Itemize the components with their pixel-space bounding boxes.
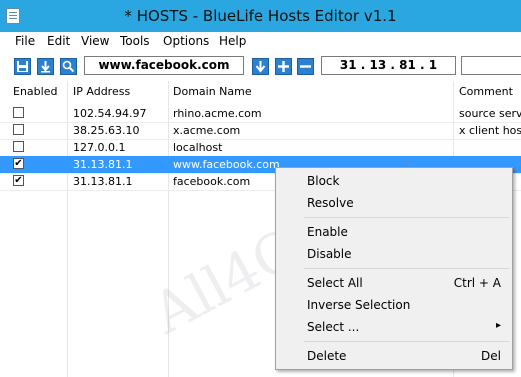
ip-input[interactable]: 31 . 13 . 81 . 1 [321, 56, 456, 75]
ip-cell: 31.13.81.1 [73, 175, 133, 188]
context-resolve[interactable]: Resolve [307, 196, 507, 214]
title-bar[interactable]: * HOSTS - BlueLife Hosts Editor v1.1 [0, 0, 521, 32]
menu-separator [304, 217, 509, 218]
context-item-label: Disable [307, 247, 352, 261]
menu-options[interactable]: Options [163, 34, 209, 48]
menu-bar: File Edit View Tools Options Help [0, 32, 521, 51]
header-domain-name[interactable]: Domain Name [173, 85, 252, 98]
download-icon[interactable] [37, 58, 54, 75]
domain-cell: facebook.com [173, 175, 251, 188]
header-enabled[interactable]: Enabled [13, 85, 57, 98]
menu-separator [304, 268, 509, 269]
enabled-checkbox-checked[interactable]: ✔ [13, 175, 24, 186]
ip-cell: 31.13.81.1 [73, 158, 133, 171]
context-menu: Block Resolve Enable Disable Select All C… [275, 167, 513, 370]
domain-cell: www.facebook.com [173, 158, 280, 171]
window-title: * HOSTS - BlueLife Hosts Editor v1.1 [124, 7, 397, 25]
table-row[interactable]: 127.0.0.1 localhost [0, 139, 521, 157]
domain-cell: x.acme.com [173, 124, 241, 137]
enabled-checkbox[interactable] [13, 124, 24, 135]
submenu-arrow-icon: ▸ [495, 320, 501, 331]
context-delete[interactable]: Delete Del [307, 349, 507, 367]
context-select-all[interactable]: Select All Ctrl + A [307, 276, 507, 294]
menu-tools[interactable]: Tools [120, 34, 150, 48]
shortcut-label: Del [481, 349, 501, 363]
enabled-checkbox[interactable] [13, 107, 24, 118]
down-arrow-icon[interactable] [252, 58, 269, 75]
header-ip-address[interactable]: IP Address [73, 85, 130, 98]
domain-cell: localhost [173, 141, 223, 154]
enabled-checkbox-checked[interactable]: ✔ [13, 158, 24, 169]
menu-help[interactable]: Help [219, 34, 246, 48]
ip-cell: 38.25.63.10 [73, 124, 140, 137]
context-item-label: Block [307, 174, 340, 188]
context-inverse-selection[interactable]: Inverse Selection [307, 298, 507, 316]
context-item-label: Enable [307, 225, 348, 239]
table-row[interactable]: 102.54.94.97 rhino.acme.com source serve [0, 105, 521, 123]
table-row[interactable]: 38.25.63.10 x.acme.com x client host [0, 122, 521, 140]
add-icon[interactable] [275, 58, 292, 75]
context-item-label: Resolve [307, 196, 354, 210]
context-block[interactable]: Block [307, 174, 507, 192]
ip-cell: 127.0.0.1 [73, 141, 126, 154]
context-select-submenu[interactable]: Select ... ▸ [307, 320, 507, 338]
context-item-label: Inverse Selection [307, 298, 411, 312]
remove-icon[interactable] [297, 58, 314, 75]
domain-input[interactable]: www.facebook.com [84, 56, 244, 75]
menu-file[interactable]: File [15, 34, 35, 48]
context-item-label: Select ... [307, 320, 360, 334]
menu-edit[interactable]: Edit [47, 34, 70, 48]
ip-cell: 102.54.94.97 [73, 107, 147, 120]
menu-view[interactable]: View [81, 34, 109, 48]
menu-separator [304, 341, 509, 342]
comment-cell: x client host [459, 124, 521, 137]
save-icon[interactable] [14, 58, 31, 75]
search-icon[interactable] [60, 58, 77, 75]
comment-input[interactable] [461, 56, 521, 75]
domain-cell: rhino.acme.com [173, 107, 262, 120]
table-header: Enabled IP Address Domain Name Comment [0, 81, 521, 103]
context-disable[interactable]: Disable [307, 247, 507, 265]
context-enable[interactable]: Enable [307, 225, 507, 243]
enabled-checkbox[interactable] [13, 141, 24, 152]
context-item-label: Delete [307, 349, 347, 363]
header-comment[interactable]: Comment [459, 85, 513, 98]
context-item-label: Select All [307, 276, 363, 290]
shortcut-label: Ctrl + A [453, 276, 501, 290]
comment-cell: source serve [459, 107, 521, 120]
